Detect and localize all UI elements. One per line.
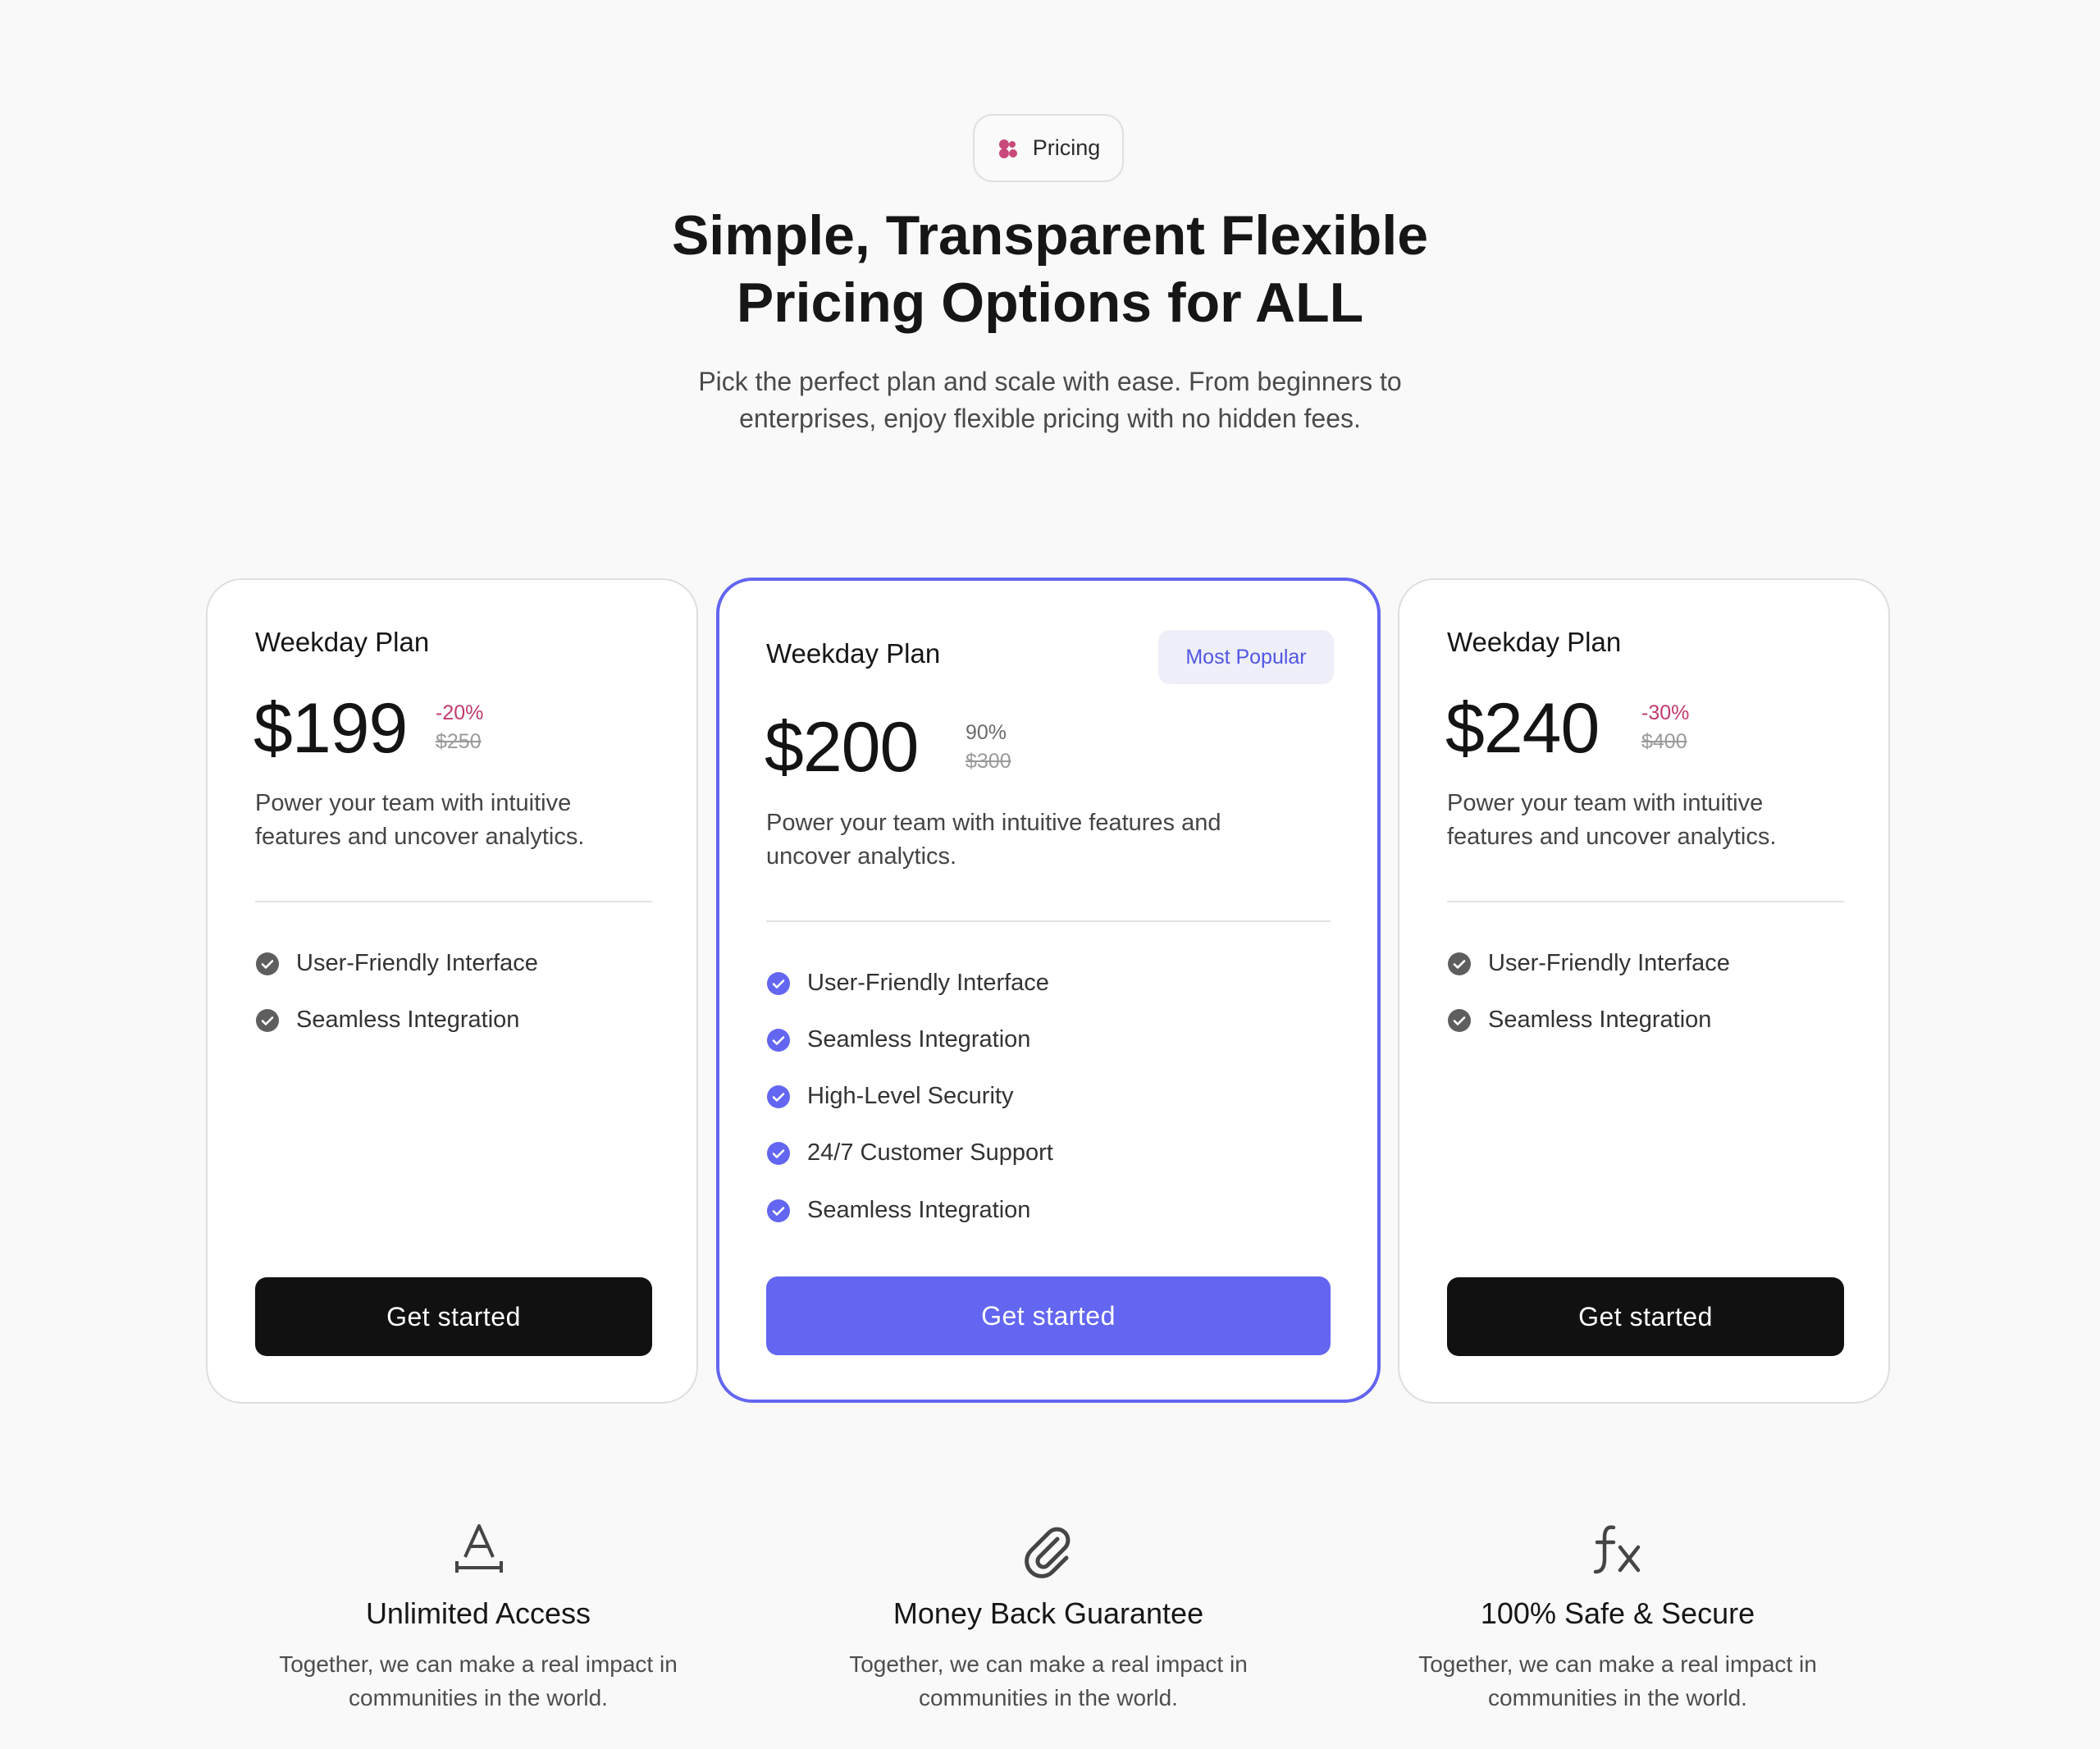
page-subtitle-line-1: Pick the perfect plan and scale with eas… [698,367,1402,396]
plan-description: Power your team with intuitive features … [766,806,1340,874]
plan-description-line-2: uncover analytics. [766,843,957,870]
feature-item: Seamless Integration [1447,1007,1711,1034]
plan-name: Weekday Plan [766,638,941,669]
plan-description-line-1: Power your team with intuitive [255,790,572,816]
feature-label: 24/7 Customer Support [807,1139,1053,1166]
check-circle-icon [767,1028,790,1052]
dots-icon [998,139,1017,158]
pricing-card-basic: Weekday Plan $199 -20% $250 Power your t… [206,578,698,1404]
card-divider [255,901,652,902]
feature-item: User-Friendly Interface [1447,950,1730,977]
page-title-line-2: Pricing Options for ALL [736,272,1364,334]
plan-price: $199 [253,689,408,768]
plan-price: $240 [1445,689,1600,768]
feature-label: User-Friendly Interface [807,970,1049,996]
feature-label: User-Friendly Interface [1488,950,1730,976]
card-divider [1447,901,1844,902]
plan-discount: -30% [1641,701,1690,724]
plan-old-price: $250 [436,730,482,753]
feature-item: High-Level Security [766,1083,1013,1110]
feature-item: Seamless Integration [766,1026,1030,1053]
benefit-description-line-2: communities in the world. [919,1685,1178,1710]
benefit-title: Money Back Guarantee [892,1596,1204,1630]
plan-discount: 90% [966,721,1007,744]
check-circle-icon [767,971,790,995]
page-title-line-1: Simple, Transparent Flexible [671,204,1429,267]
feature-item: Seamless Integration [766,1197,1030,1224]
section-badge-label: Pricing [1032,135,1101,160]
feature-label: Seamless Integration [807,1026,1031,1053]
plan-description: Power your team with intuitive features … [255,787,665,854]
benefit-title: Unlimited Access [365,1596,591,1630]
section-badge: Pricing [973,114,1124,182]
feature-label: Seamless Integration [807,1197,1031,1223]
feature-label: Seamless Integration [296,1007,520,1033]
plan-old-price: $300 [966,750,1011,773]
check-circle-icon [256,952,279,975]
plan-description-line-1: Power your team with intuitive [1447,790,1764,816]
plan-discount: -20% [436,701,484,724]
feature-item: User-Friendly Interface [255,950,538,977]
plan-description-line-1: Power your team with intuitive features … [766,810,1221,836]
benefit-description: Together, we can make a real impact in c… [1372,1647,1864,1715]
feature-item: Seamless Integration [255,1007,519,1034]
check-circle-icon [1448,1008,1471,1032]
plan-description: Power your team with intuitive features … [1447,787,1857,854]
page-subtitle: Pick the perfect plan and scale with eas… [640,363,1460,437]
pricing-card-premium: Weekday Plan $240 -30% $400 Power your t… [1398,578,1890,1404]
function-fx-icon [1593,1525,1641,1574]
check-circle-icon [256,1008,279,1032]
page-title: Simple, Transparent Flexible Pricing Opt… [0,202,2100,336]
plan-name: Weekday Plan [1447,627,1622,657]
plan-old-price: $400 [1641,730,1687,753]
plan-price: $200 [765,708,919,787]
page-subtitle-line-2: enterprises, enjoy flexible pricing with… [739,404,1361,433]
benefit-description-line-2: communities in the world. [349,1685,608,1710]
benefit-description-line-1: Together, we can make a real impact in [279,1651,678,1677]
benefit-description: Together, we can make a real impact in c… [232,1647,724,1715]
plan-name: Weekday Plan [255,627,430,657]
benefit-description-line-1: Together, we can make a real impact in [849,1651,1248,1677]
get-started-button[interactable]: Get started [1447,1277,1844,1356]
most-popular-badge: Most Popular [1158,630,1334,684]
check-circle-icon [767,1199,790,1222]
feature-item: User-Friendly Interface [766,970,1049,997]
benefit-title: 100% Safe & Secure [1480,1596,1755,1630]
feature-item: 24/7 Customer Support [766,1139,1053,1167]
check-circle-icon [767,1141,790,1165]
benefit-description-line-2: communities in the world. [1488,1685,1747,1710]
pricing-page: Pricing Simple, Transparent Flexible Pri… [0,0,2100,1749]
feature-label: High-Level Security [807,1083,1014,1109]
feature-label: User-Friendly Interface [296,950,538,976]
card-divider [766,920,1331,922]
check-circle-icon [767,1085,790,1108]
plan-description-line-2: features and uncover analytics. [1447,824,1777,850]
check-circle-icon [1448,952,1471,975]
get-started-button[interactable]: Get started [255,1277,652,1356]
get-started-button[interactable]: Get started [766,1276,1331,1355]
benefit-description: Together, we can make a real impact in c… [802,1647,1294,1715]
plan-description-line-2: features and uncover analytics. [255,824,585,850]
benefit-description-line-1: Together, we can make a real impact in [1418,1651,1817,1677]
paperclip-icon [1025,1527,1071,1578]
pricing-card-popular: Weekday Plan Most Popular $200 90% $300 … [716,578,1381,1403]
text-format-icon [455,1524,503,1573]
feature-label: Seamless Integration [1488,1007,1712,1033]
